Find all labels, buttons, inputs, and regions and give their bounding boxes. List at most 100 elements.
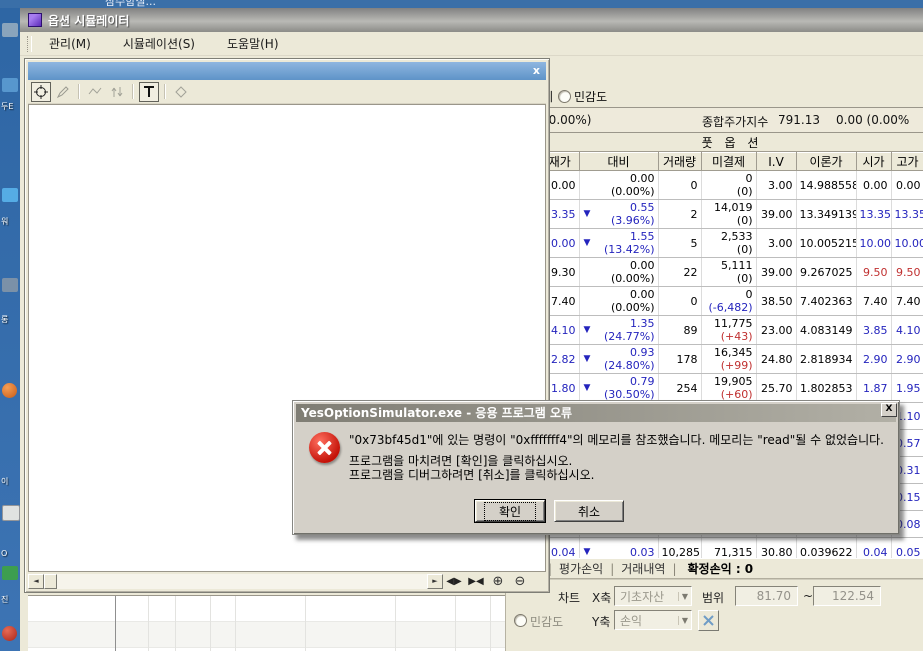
desktop-icon-label: 워 [1,216,8,227]
scroll-right-button[interactable]: ► [427,574,443,589]
background-window-titlebar[interactable]: 삼수함질... [0,0,923,8]
cell-iv: 24.80 [756,345,796,374]
cell-theoretical: 2.818934 [796,345,856,374]
cell-open: 10.00 [856,229,891,258]
target-icon[interactable] [31,82,51,102]
cell-open-interest: 11,775(+43) [701,316,756,345]
cell-theoretical: 1.802853 [796,374,856,403]
zoom-out-icon[interactable]: ⊖ [509,574,531,589]
cell-open-interest: 16,345(+99) [701,345,756,374]
cell-theoretical: 7.402363 [796,287,856,316]
col-open-interest[interactable]: 미결제 [701,153,756,171]
sensitivity-label-2: 민감도 [530,613,563,630]
sensitivity-radio[interactable] [558,90,571,103]
scrollbar-thumb[interactable] [44,574,57,589]
table-row[interactable]: 4.10▼1.35(24.77%)8911,775(+43)23.004.083… [541,316,923,345]
col-change[interactable]: 대비 [579,153,658,171]
menu-grip-handle[interactable] [27,36,32,52]
confirmed-pl-value: 확정손익 : 0 [687,560,753,577]
index-label: 종합주가지수 [702,113,768,130]
desktop-icon[interactable] [2,505,20,521]
cell-high: 2.90 [891,345,923,374]
error-message-instructions: 프로그램을 마치려면 [확인]을 클릭하십시오. 프로그램을 디버그하려면 [취… [349,454,594,482]
chart-controls-panel: 차트 X축 기초자산 ▼ 범위 81.70 ~ 122.54 민감도 Y축 손익… [505,579,923,651]
desktop-icon[interactable] [2,383,17,398]
sensitivity-radio-2[interactable] [514,614,527,627]
desktop-icon[interactable] [2,566,18,580]
table-row[interactable]: 7.400.00(0.00%)00(-6,482)38.507.4023637.… [541,287,923,316]
table-row[interactable]: 3.35▼0.55(3.96%)214,019(0)39.0013.349139… [541,200,923,229]
yaxis-select[interactable]: 손익 ▼ [614,610,692,630]
cell-volume: 89 [658,316,701,345]
sensitivity-radio-label: 민감도 [574,88,607,105]
cell-open-interest: 2,533(0) [701,229,756,258]
app-title: 옵션 시뮬레이터 [48,12,129,29]
col-volume[interactable]: 거래량 [658,153,701,171]
scroll-left-button[interactable]: ◄ [28,574,44,589]
zoom-in-icon[interactable]: ⊕ [487,574,509,589]
index-change: 0.00 (0.00% [836,113,909,127]
range-from-input[interactable]: 81.70 [735,586,798,606]
mode-radio-row: 체 민감도 [540,88,923,106]
table-row[interactable]: 2.82▼0.93(24.80%)17816,345(+99)24.802.81… [541,345,923,374]
nav-pair-out-button[interactable]: ◀▶ [443,574,465,589]
cell-open: 0.00 [856,171,891,200]
chevron-down-icon: ▼ [678,592,688,601]
eraser-icon[interactable] [171,82,191,102]
text-tool-icon[interactable] [139,82,159,102]
cell-volume: 0 [658,287,701,316]
error-dialog: YesOptionSimulator.exe - 응용 프로그램 오류 X "0… [292,400,900,535]
error-dialog-titlebar[interactable]: YesOptionSimulator.exe - 응용 프로그램 오류 [296,404,896,422]
desktop-icon[interactable] [2,278,18,292]
ok-button[interactable]: 확인 [474,499,546,523]
tab-valuation-pl[interactable]: 평가손익 [559,560,603,577]
cancel-button[interactable]: 취소 [554,500,624,522]
close-icon[interactable]: x [533,64,540,77]
desktop-icon[interactable] [2,78,18,92]
menu-help[interactable]: 도움말(H) [219,32,287,55]
error-message-line3: 프로그램을 디버그하려면 [취소]를 클릭하십시오. [349,468,594,482]
cell-open-interest: 0(-6,482) [701,287,756,316]
scrollbar-track[interactable] [57,574,427,589]
close-icon[interactable]: X [881,403,897,417]
table-row[interactable]: 0.00▼1.55(13.42%)52,533(0)3.0010.0052151… [541,229,923,258]
col-theoretical[interactable]: 이론가 [796,153,856,171]
updown-arrows-icon[interactable] [107,82,127,102]
cell-volume: 2 [658,200,701,229]
pencil-icon[interactable] [53,82,73,102]
error-message-line1: "0x73bf45d1"에 있는 명령이 "0xfffffff4"의 메모리를 … [349,431,894,448]
bottom-tab-bar: | 평가손익 | 거래내역 | 확정손익 : 0 [540,558,923,579]
chart-settings-button[interactable] [698,610,719,631]
col-high[interactable]: 고가 [891,153,923,171]
desktop-icon-label: 이 [1,476,8,487]
col-iv[interactable]: I.V [756,153,796,171]
cell-volume: 178 [658,345,701,374]
cell-change: ▼1.35(24.77%) [579,316,658,345]
menu-simulation[interactable]: 시뮬레이션(S) [115,32,203,55]
range-to-input[interactable]: 122.54 [813,586,881,606]
xaxis-select[interactable]: 기초자산 ▼ [614,586,692,606]
tab-separator: | [672,562,676,576]
zigzag-icon[interactable] [85,82,105,102]
error-message-line2: 프로그램을 마치려면 [확인]을 클릭하십시오. [349,454,594,468]
desktop-icon[interactable] [2,626,17,641]
tab-separator: | [610,562,614,576]
left-percent: (0.00%) [544,113,591,127]
col-open[interactable]: 시가 [856,153,891,171]
desktop-icon[interactable] [2,23,18,37]
cell-open: 0.04 [856,538,891,559]
nav-pair-in-button[interactable]: ▶◀ [465,574,487,589]
table-row[interactable]: 0.000.00(0.00%)00(0)3.0014.9885580.000.0… [541,171,923,200]
desktop-icon[interactable] [2,188,18,202]
cell-volume: 5 [658,229,701,258]
background-window-title: 삼수함질... [105,0,156,8]
cell-open-interest: 0(0) [701,171,756,200]
menu-manage[interactable]: 관리(M) [41,32,99,55]
table-row[interactable]: 9.300.00(0.00%)225,111(0)39.009.2670259.… [541,258,923,287]
chart-window-titlebar[interactable]: x [28,62,546,80]
cell-high: 13.35 [891,200,923,229]
table-row[interactable]: 0.04▼0.0310,28571,31530.800.0396220.040.… [541,538,923,559]
table-row[interactable]: 1.80▼0.79(30.50%)25419,905(+60)25.701.80… [541,374,923,403]
tab-trade-history[interactable]: 거래내역 [621,560,665,577]
table-header-row: 재가 대비 거래량 미결제 I.V 이론가 시가 고가 [541,153,923,171]
